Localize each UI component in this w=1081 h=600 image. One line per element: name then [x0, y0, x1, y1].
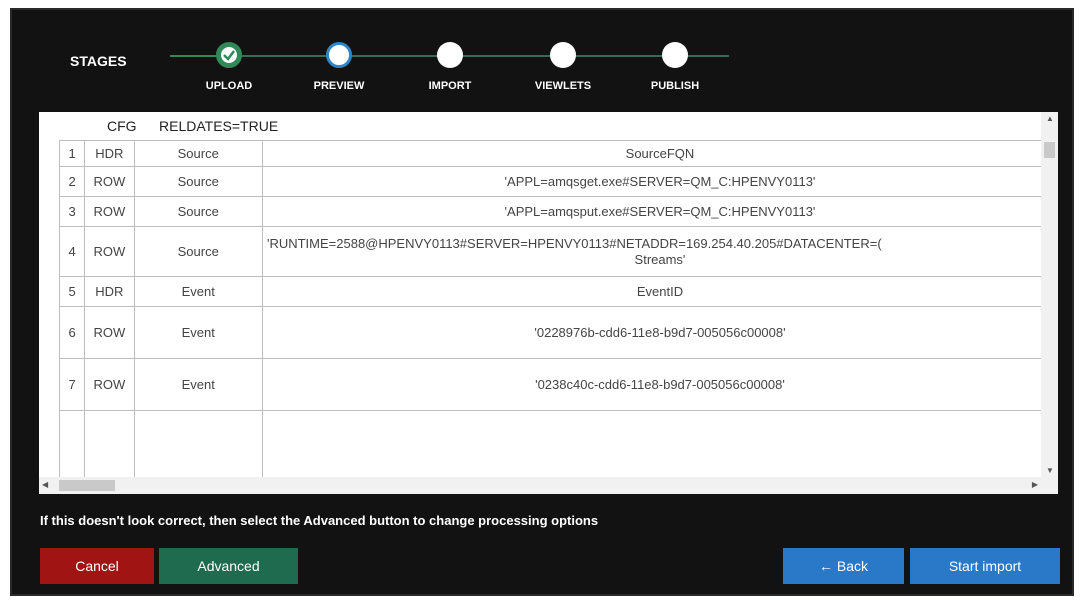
horizontal-scrollbar[interactable]: ◀ ▶ — [39, 477, 1058, 494]
stage-import-dot[interactable] — [437, 42, 463, 68]
row-number: 2 — [58, 166, 86, 197]
cfg-row: CFG RELDATES=TRUE — [39, 112, 1039, 140]
stages-title: STAGES — [70, 53, 127, 69]
row-number: 4 — [58, 226, 86, 277]
row-type: HDR — [84, 276, 135, 307]
stage-label-viewlets: VIEWLETS — [534, 80, 592, 92]
row-type: ROW — [84, 166, 135, 197]
stage-viewlets-dot[interactable] — [550, 42, 576, 68]
row-category: Event — [133, 358, 263, 411]
row-type: ROW — [84, 226, 135, 277]
row-category: Source — [133, 140, 263, 167]
row-number: 3 — [58, 196, 86, 227]
row-type: ROW — [84, 196, 135, 227]
scroll-left-icon[interactable]: ◀ — [42, 480, 48, 489]
vertical-scrollbar[interactable]: ▲ ▼ — [1041, 112, 1058, 477]
row-category: Event — [133, 306, 263, 359]
table-row: 7 ROW Event '0238c40c-cdd6-11e8-b9d7-005… — [58, 358, 1058, 411]
advanced-button[interactable]: Advanced — [159, 548, 298, 584]
row-value: '0228976b-cdd6-11e8-b9d7-005056c00008' — [261, 306, 1058, 359]
stage-preview-dot[interactable] — [326, 42, 352, 68]
row-type: ROW — [84, 306, 135, 359]
vertical-scroll-thumb[interactable] — [1044, 142, 1055, 158]
preview-table: 1 HDR Source SourceFQN 2 ROW Source 'APP… — [58, 140, 1058, 494]
table-row: 1 HDR Source SourceFQN — [58, 140, 1058, 167]
row-value: SourceFQN — [261, 140, 1058, 167]
stage-publish-dot[interactable] — [662, 42, 688, 68]
stage-connector — [239, 55, 729, 57]
stage-label-import: IMPORT — [428, 80, 472, 92]
row-value-line: Streams' — [634, 251, 686, 267]
stage-upload-check-icon[interactable] — [216, 42, 242, 68]
table-row: 2 ROW Source 'APPL=amqsget.exe#SERVER=QM… — [58, 166, 1058, 197]
scroll-down-icon[interactable]: ▼ — [1046, 466, 1054, 475]
row-type: HDR — [84, 140, 135, 167]
row-category: Source — [133, 166, 263, 197]
row-number: 7 — [58, 358, 86, 411]
table-row: 4 ROW Source 'RUNTIME=2588@HPENVY0113#SE… — [58, 226, 1058, 277]
row-value: 'RUNTIME=2588@HPENVY0113#SERVER=HPENVY01… — [261, 226, 1058, 277]
stage-label-publish: PUBLISH — [650, 80, 700, 92]
row-value: 'APPL=amqsput.exe#SERVER=QM_C:HPENVY0113… — [261, 196, 1058, 227]
scroll-up-icon[interactable]: ▲ — [1046, 114, 1054, 123]
row-value: EventID — [261, 276, 1058, 307]
row-number: 5 — [58, 276, 86, 307]
preview-panel[interactable]: CFG RELDATES=TRUE 1 HDR Source SourceFQN… — [39, 112, 1058, 494]
cfg-label: CFG — [107, 118, 137, 134]
cfg-value: RELDATES=TRUE — [159, 118, 279, 134]
row-type: ROW — [84, 358, 135, 411]
back-button[interactable]: ← Back — [783, 548, 904, 584]
scroll-right-icon[interactable]: ▶ — [1032, 480, 1038, 489]
start-import-button[interactable]: Start import — [910, 548, 1060, 584]
stage-label-upload: UPLOAD — [205, 80, 253, 92]
table-row: 6 ROW Event '0228976b-cdd6-11e8-b9d7-005… — [58, 306, 1058, 359]
table-row: 5 HDR Event EventID — [58, 276, 1058, 307]
row-value-line: 'RUNTIME=2588@HPENVY0113#SERVER=HPENVY01… — [266, 235, 882, 251]
row-category: Source — [133, 196, 263, 227]
stage-label-preview: PREVIEW — [313, 80, 365, 92]
row-number: 1 — [58, 140, 86, 167]
row-number: 6 — [58, 306, 86, 359]
horizontal-scroll-thumb[interactable] — [59, 480, 115, 491]
cancel-button[interactable]: Cancel — [40, 548, 154, 584]
row-category: Event — [133, 276, 263, 307]
help-text: If this doesn't look correct, then selec… — [40, 513, 599, 528]
row-category: Source — [133, 226, 263, 277]
row-value: 'APPL=amqsget.exe#SERVER=QM_C:HPENVY0113… — [261, 166, 1058, 197]
table-row: 3 ROW Source 'APPL=amqsput.exe#SERVER=QM… — [58, 196, 1058, 227]
row-value: '0238c40c-cdd6-11e8-b9d7-005056c00008' — [261, 358, 1058, 411]
